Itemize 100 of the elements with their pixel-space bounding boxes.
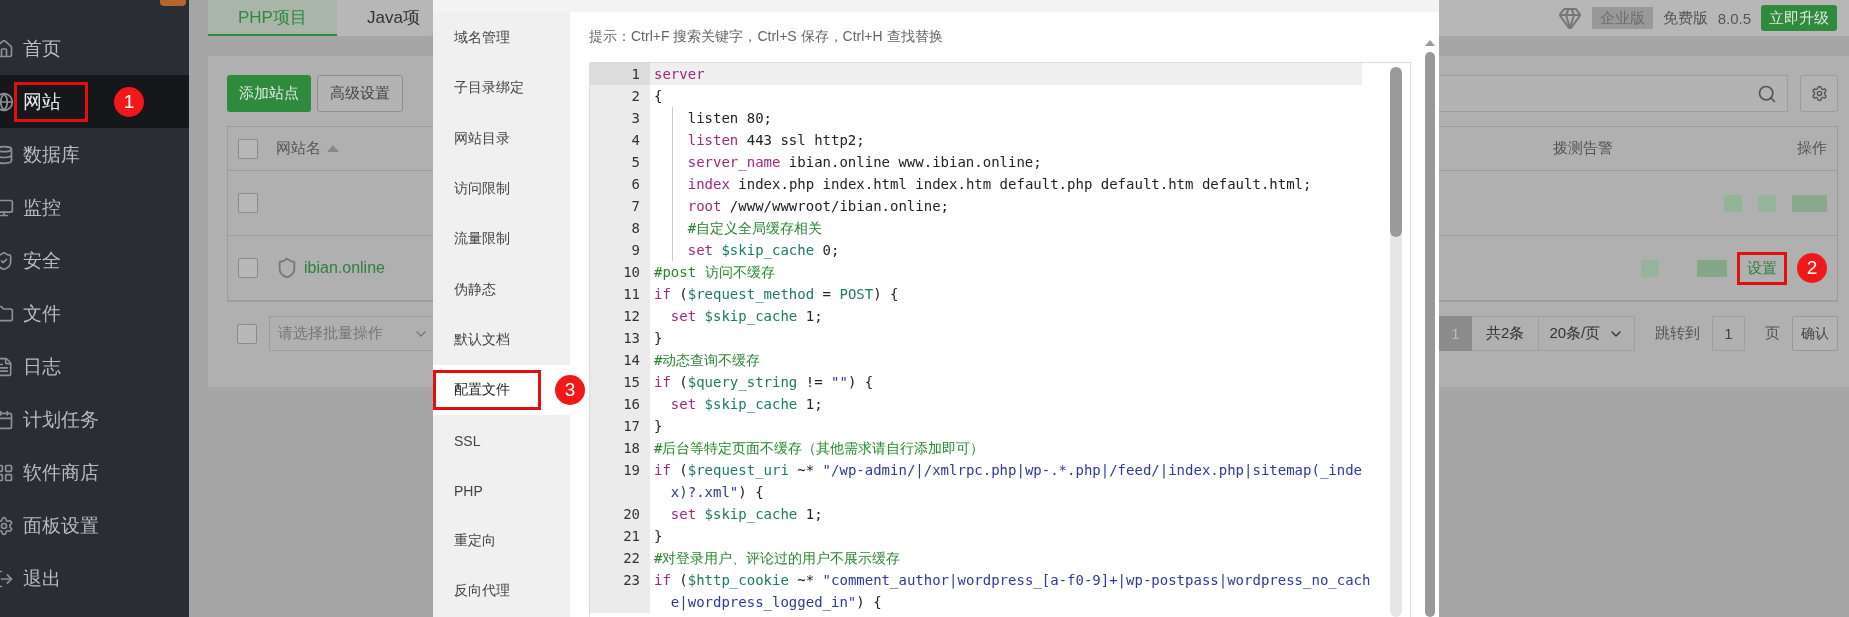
database-icon	[0, 144, 14, 165]
redacted-block	[1792, 194, 1827, 212]
line-number: 23	[590, 569, 650, 613]
scrollbar[interactable]	[1425, 38, 1435, 617]
redacted-block	[1758, 194, 1776, 212]
page-size-select[interactable]: 20条/页	[1539, 316, 1635, 351]
line-number: 4	[590, 129, 650, 151]
line-number: 12	[590, 305, 650, 327]
checkbox[interactable]	[238, 138, 258, 159]
sidebar-label: 首页	[22, 36, 62, 61]
scroll-up-icon[interactable]	[1425, 38, 1435, 46]
line-number: 8	[590, 217, 650, 239]
logout-icon	[0, 568, 14, 589]
sidebar-label: 面板设置	[22, 513, 100, 538]
code-line: if ($request_method = POST) {	[654, 285, 900, 305]
total-count: 共2条	[1472, 316, 1540, 351]
sidebar-item[interactable]: 数据库	[0, 128, 189, 181]
sidebar-label: 退出	[22, 566, 62, 591]
code-line: server	[654, 65, 706, 84]
code-line: listen 443 ssl http2;	[686, 131, 866, 150]
code-line: if ($request_uri ~* "/wp-admin/|/xmlrpc.php|wp-.*.php|/feed/|index.php|sitemap(_index)?.xml") {	[654, 461, 1364, 502]
sidebar-item[interactable]: 面板设置	[0, 499, 189, 552]
code-line: set $skip_cache 1;	[669, 395, 824, 415]
code-line: }	[654, 527, 664, 546]
code-line: #动态查询不缓存	[654, 351, 762, 370]
search-field[interactable]	[1439, 75, 1788, 112]
page-unit-label: 页	[1764, 324, 1781, 343]
add-site-button[interactable]: 添加站点	[227, 75, 311, 112]
dialog-tab[interactable]: PHP	[433, 465, 570, 516]
dialog-tab[interactable]: 重定向	[433, 515, 570, 567]
sidebar-item[interactable]: 软件商店	[0, 446, 189, 499]
redacted-block	[1724, 194, 1742, 212]
line-number: 18	[590, 437, 650, 459]
line-number: 7	[590, 195, 650, 217]
search-icon	[1757, 83, 1777, 104]
dialog-tab[interactable]: SSL	[433, 415, 570, 466]
sidebar-item[interactable]: 首页	[0, 22, 189, 75]
sidebar-item[interactable]: 网站 1	[0, 75, 189, 128]
sidebar-label: 文件	[22, 301, 62, 326]
shield-icon	[0, 250, 14, 271]
edition-label: 免费版	[1662, 8, 1708, 28]
notification-badge	[160, 0, 186, 6]
checkbox[interactable]	[238, 193, 258, 213]
step-number: 2	[1797, 253, 1827, 283]
code-line: }	[654, 329, 664, 348]
page-input[interactable]: 1	[1711, 316, 1745, 351]
line-number: 3	[590, 107, 650, 129]
dialog-tab[interactable]: 流量限制	[433, 214, 570, 265]
code-line: #后台等特定页面不缓存（其他需求请自行添加即可）	[654, 439, 986, 458]
version-label: 8.0.5	[1717, 9, 1751, 27]
dialog-tab[interactable]: 子目录绑定	[433, 63, 570, 114]
dialog-tab[interactable]: 网站目录	[433, 113, 570, 164]
code-editor[interactable]	[589, 62, 1411, 617]
sidebar-label: 日志	[22, 354, 62, 379]
sidebar-item[interactable]: 日志	[0, 340, 189, 393]
dialog-tab[interactable]: 反向代理	[433, 566, 570, 617]
calendar-icon	[0, 409, 14, 430]
sort-up-icon[interactable]	[327, 145, 339, 152]
settings-button[interactable]	[1800, 75, 1838, 112]
line-number: 15	[590, 371, 650, 393]
waf-shield-icon	[276, 257, 298, 279]
column-header[interactable]: 网站名	[276, 139, 321, 158]
code-line: index index.php index.html index.htm default.php default.htm default.html;	[686, 175, 1313, 194]
code-line: #自定义全局缓存相关	[686, 219, 824, 238]
code-line: server_name ibian.online www.ibian.online;	[686, 153, 1043, 173]
dialog-tab[interactable]: 伪静态	[433, 264, 570, 315]
dialog-tab[interactable]: 默认文档	[433, 314, 570, 366]
line-number: 14	[590, 349, 650, 371]
column-header: 操作	[1797, 139, 1827, 158]
sidebar-label: 软件商店	[22, 460, 100, 485]
code-line: if ($http_cookie ~* "comment_author|wordpress_[a-f0-9]+|wp-postpass|wordpress_no_cache|wordpress_logged_in") {	[654, 571, 1371, 613]
line-number: 5	[590, 151, 650, 173]
scrollbar[interactable]	[1390, 67, 1402, 617]
line-number: 1	[590, 63, 650, 85]
checkbox[interactable]	[238, 258, 258, 278]
sidebar-item[interactable]: 安全	[0, 234, 189, 287]
code-line: listen 80;	[686, 109, 773, 128]
sidebar-item[interactable]: 文件	[0, 287, 189, 340]
line-number: 21	[590, 525, 650, 547]
dialog-tab[interactable]: 访问限制	[433, 163, 570, 215]
diamond-icon	[1557, 6, 1582, 30]
upgrade-button[interactable]: 立即升级	[1761, 5, 1837, 31]
step-number: 3	[555, 375, 585, 406]
checkbox[interactable]	[237, 323, 257, 344]
advanced-settings-button[interactable]: 高级设置	[317, 75, 403, 112]
sidebar-item[interactable]: 监控	[0, 181, 189, 234]
hint-text: 提示：Ctrl+F 搜索关键字，Ctrl+S 保存，Ctrl+H 查找替换	[589, 27, 943, 46]
line-number: 11	[590, 283, 650, 305]
code-line: root /www/wwwroot/ibian.online;	[686, 197, 950, 216]
dialog-tab[interactable]: 域名管理	[433, 13, 570, 64]
sidebar-label: 数据库	[22, 142, 81, 167]
confirm-button[interactable]: 确认	[1792, 316, 1838, 351]
redacted-block	[1641, 259, 1659, 277]
line-number: 9	[590, 239, 650, 261]
line-number: 22	[590, 547, 650, 569]
globe-icon	[0, 91, 14, 112]
settings-icon	[0, 515, 14, 536]
sidebar-item[interactable]: 计划任务	[0, 393, 189, 446]
sidebar-label: 网站	[14, 81, 88, 122]
sidebar-item[interactable]: 退出	[0, 552, 189, 605]
